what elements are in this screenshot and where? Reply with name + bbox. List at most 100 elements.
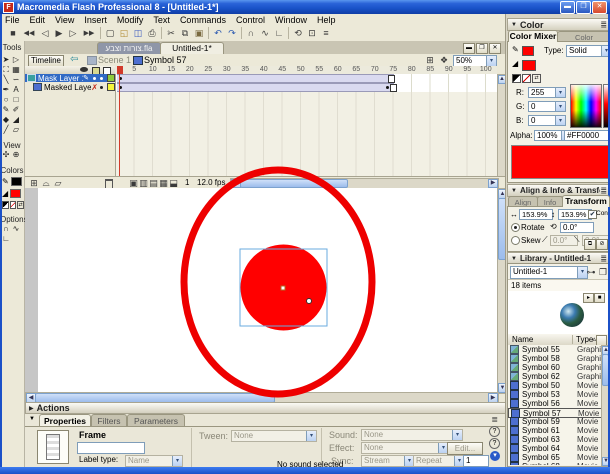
mixer-swap-button[interactable]: ⇄: [532, 74, 541, 83]
open-icon[interactable]: ◱: [117, 27, 131, 40]
free-transform-tool[interactable]: ⛶: [1, 65, 11, 75]
menu-text[interactable]: Text: [148, 15, 175, 25]
collapse-icon[interactable]: ▼: [29, 416, 35, 422]
paint-bucket-tool[interactable]: ◢: [11, 115, 21, 125]
library-row[interactable]: Symbol 61Movie C: [508, 426, 603, 435]
g-field[interactable]: 0 ▾: [528, 101, 566, 112]
fill-color-swatch[interactable]: [10, 189, 22, 198]
library-row[interactable]: Symbol 62 Graphic: [508, 372, 603, 381]
transform-options-icon[interactable]: ≣: [600, 186, 607, 195]
copy-icon[interactable]: ⧉: [178, 27, 192, 40]
breadcrumb-scene[interactable]: Scene 1: [98, 55, 131, 65]
copy-apply-transform-button[interactable]: ⧉: [584, 239, 596, 250]
preview-play-button[interactable]: ▸: [583, 293, 594, 303]
ink-bottle-tool[interactable]: ◆: [1, 115, 11, 125]
redo-icon[interactable]: ↷: [225, 27, 239, 40]
cut-icon[interactable]: ✂: [164, 27, 178, 40]
menu-commands[interactable]: Commands: [175, 15, 231, 25]
collapse-section-icon[interactable]: ▾: [490, 451, 500, 461]
brush-tool[interactable]: ✐: [11, 105, 21, 115]
library-options-icon[interactable]: ≣: [600, 254, 607, 263]
print-icon[interactable]: ⎙: [145, 27, 159, 40]
tween-select[interactable]: None ▾: [231, 430, 317, 442]
library-row[interactable]: Symbol 64Movie C: [508, 444, 603, 453]
color-spectrum[interactable]: [570, 84, 602, 128]
doc-restore-button[interactable]: ❐: [476, 43, 488, 54]
label-type-select[interactable]: Name ▾: [125, 455, 183, 467]
subselection-tool[interactable]: ▷: [11, 55, 21, 65]
title-bar[interactable]: F Macromedia Flash Professional 8 - [Unt…: [0, 0, 610, 14]
step-back-button[interactable]: ◁: [38, 27, 52, 40]
skew-radio[interactable]: [511, 236, 520, 245]
eraser-tool[interactable]: ▱: [11, 125, 21, 135]
timeline-scroll-right[interactable]: ▶: [488, 179, 498, 188]
mixer-fill-swatch[interactable]: [522, 60, 536, 71]
new-library-window-button[interactable]: ❐: [598, 266, 608, 279]
close-button[interactable]: ✕: [592, 1, 607, 14]
rotate-icon[interactable]: ⟲: [291, 27, 305, 40]
pen-tool[interactable]: ✒: [1, 85, 11, 95]
edit-sound-button[interactable]: Edit...: [447, 442, 483, 455]
b-field[interactable]: 0 ▾: [528, 115, 566, 126]
stop-button[interactable]: ■: [6, 27, 20, 40]
straighten-option[interactable]: ∟: [1, 234, 11, 244]
play-button[interactable]: ▶: [52, 27, 66, 40]
breadcrumb-symbol[interactable]: Symbol 57: [144, 55, 187, 65]
scale-icon[interactable]: ⊡: [305, 27, 319, 40]
tab-doc-inactive[interactable]: צורות וצבע.fla: [97, 42, 161, 54]
library-row[interactable]: Symbol 55 Graphic: [508, 345, 603, 354]
mixer-bw-button[interactable]: [512, 74, 521, 83]
smooth-option[interactable]: ∿: [11, 224, 21, 234]
save-icon[interactable]: ◫: [131, 27, 145, 40]
mixer-stroke-swatch[interactable]: [522, 46, 534, 56]
tab-transform[interactable]: Transform: [562, 195, 610, 207]
go-last-frame-button[interactable]: ▶▶: [80, 27, 98, 40]
frames-area[interactable]: [115, 74, 498, 92]
effect-select[interactable]: None ▾: [361, 442, 449, 454]
preview-stop-button[interactable]: ■: [594, 293, 605, 303]
menu-view[interactable]: View: [50, 15, 79, 25]
color-type-select[interactable]: Solid ▾: [566, 45, 610, 57]
library-row[interactable]: Symbol 68Movie C: [508, 462, 603, 465]
transform-center-point[interactable]: [280, 285, 286, 291]
paste-icon[interactable]: ▣: [192, 27, 206, 40]
text-tool[interactable]: A: [11, 85, 21, 95]
layer1-visibility-dot[interactable]: [93, 76, 96, 80]
menu-window[interactable]: Window: [270, 15, 312, 25]
selection-tool[interactable]: ➤: [1, 55, 11, 65]
reset-transform-button[interactable]: ⊘: [596, 239, 608, 250]
loop-count-field[interactable]: 1: [463, 455, 489, 467]
menu-help[interactable]: Help: [312, 15, 341, 25]
transform-height-field[interactable]: 153.9%: [558, 209, 592, 220]
library-row[interactable]: Symbol 59Movie C: [508, 417, 603, 426]
layer-row-masked[interactable]: Masked Laye... ✗: [25, 83, 115, 92]
layer1-lock-dot[interactable]: [100, 76, 103, 80]
step-forward-button[interactable]: ▷: [66, 27, 80, 40]
library-document-select[interactable]: Untitled-1 ▾: [510, 266, 588, 279]
tween-span-layer1[interactable]: [117, 74, 394, 83]
library-row[interactable]: Symbol 50Movie C: [508, 381, 603, 390]
column-name[interactable]: Name: [512, 335, 533, 344]
snap-magnet-icon[interactable]: ∩: [244, 27, 258, 40]
properties-options-icon[interactable]: ≣: [491, 415, 498, 424]
sync-select[interactable]: Stream ▾: [361, 455, 415, 467]
straighten-icon[interactable]: ∟: [272, 27, 286, 40]
rotate-field[interactable]: 0.0°: [560, 222, 594, 233]
library-row[interactable]: Symbol 58 Graphic: [508, 354, 603, 363]
smooth-icon[interactable]: ∿: [258, 27, 272, 40]
layer-row-mask[interactable]: Mask Layer 1 ✎: [25, 74, 115, 83]
layer1-outline-color[interactable]: [107, 74, 115, 82]
transform-width-field[interactable]: 153.9%: [519, 209, 553, 220]
tab-color-mixer[interactable]: Color Mixer: [508, 30, 558, 42]
pin-library-button[interactable]: ⊶: [586, 266, 596, 279]
column-type[interactable]: Type: [572, 335, 593, 344]
layer2-outline-color[interactable]: [107, 83, 115, 91]
expand-icon[interactable]: ▶: [29, 405, 34, 412]
swap-colors-button[interactable]: ⇄: [17, 201, 25, 209]
library-row[interactable]: Symbol 53Movie C: [508, 390, 603, 399]
tween-span-layer2[interactable]: [117, 83, 394, 92]
library-list[interactable]: Symbol 55 Graphic Symbol 58 Graphic Symbol…: [508, 345, 608, 465]
library-row[interactable]: Symbol 60 Graphic: [508, 363, 603, 372]
minimize-button[interactable]: ▬: [560, 1, 575, 14]
new-document-icon[interactable]: ▢: [103, 27, 117, 40]
